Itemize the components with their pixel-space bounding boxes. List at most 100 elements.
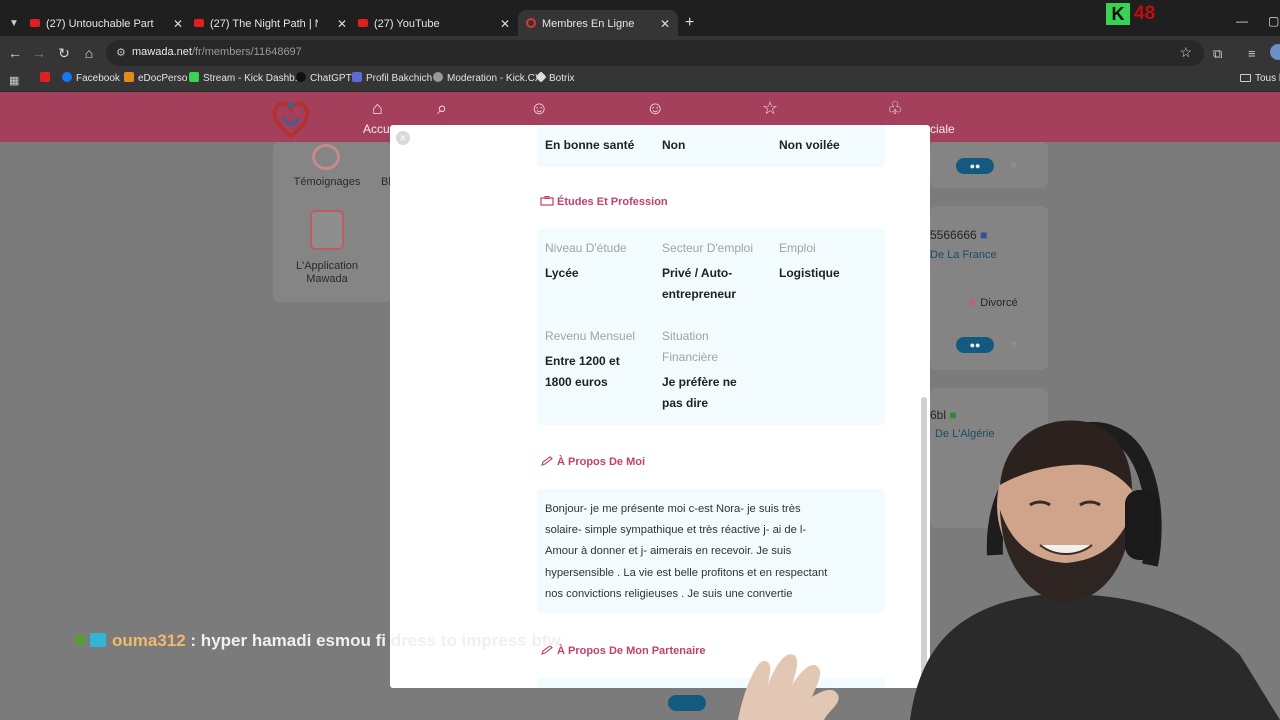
income-value-line2: 1800 euros <box>545 375 608 389</box>
bookmark-star-icon[interactable]: ☆ <box>1179 44 1192 61</box>
france-flag-icon: ■ <box>980 228 988 242</box>
profile-avatar[interactable] <box>1270 44 1280 60</box>
new-tab-plus-icon[interactable]: + <box>685 14 694 32</box>
job-value: Logistique <box>779 266 840 280</box>
phone-app-icon <box>310 210 344 250</box>
search-icon[interactable]: ⌕ <box>437 98 447 119</box>
chat-button[interactable] <box>668 695 706 711</box>
health-value: En bonne santé <box>545 138 635 152</box>
education-level-label: Niveau D'étude <box>545 241 627 255</box>
tab-youtube[interactable]: (27) YouTube ✕ <box>358 12 512 36</box>
maximize-icon[interactable]: ▢ <box>1268 14 1279 28</box>
favorites-star-icon[interactable]: ☆ <box>762 98 778 119</box>
streamer-hand <box>738 654 839 720</box>
close-icon[interactable]: ✕ <box>396 131 410 145</box>
heart-icon[interactable]: ♥ <box>1010 337 1017 351</box>
sector-label: Secteur D'emploi <box>662 241 753 255</box>
bookmarks-bar: ▦ Facebook eDocPerso Stream - Kick Dashb… <box>0 70 1280 92</box>
about-line: solaire- simple sympathique et très réac… <box>545 524 807 537</box>
folder-icon <box>1240 74 1251 83</box>
youtube-icon <box>30 19 40 28</box>
children-value: Non <box>662 138 686 152</box>
apps-grid-icon[interactable]: ▦ <box>9 74 19 87</box>
url-input[interactable]: ⚙ mawada.net/fr/members/11648697 ☆ <box>106 40 1204 66</box>
bookmark-moderation[interactable]: Moderation - Kick.CX <box>433 72 541 84</box>
mawada-icon <box>526 18 536 29</box>
chat-button[interactable]: ●● <box>956 158 994 174</box>
testimonials-link[interactable]: Témoignages <box>290 176 364 188</box>
streamer-webcam <box>910 420 1280 720</box>
extensions-puzzle-icon[interactable]: ⧉ <box>1213 46 1222 62</box>
ring-icon <box>312 144 340 170</box>
close-tab-icon[interactable]: ✕ <box>335 12 349 36</box>
reload-icon[interactable]: ↻ <box>56 45 72 62</box>
about-line: Bonjour- je me présente moi c-est Nora- … <box>545 503 801 515</box>
tab-search-chevron-icon[interactable]: ▼ <box>6 16 22 32</box>
member-country: De La France <box>930 249 997 261</box>
sector-value-line2: entrepreneur <box>662 287 737 301</box>
bookmark-youtube[interactable] <box>40 72 54 84</box>
home-icon[interactable]: ⌂ <box>372 98 383 119</box>
forward-arrow-icon[interactable]: → <box>31 45 47 61</box>
url-text: mawada.net/fr/members/11648697 <box>132 46 302 58</box>
bookmark-facebook[interactable]: Facebook <box>62 72 120 84</box>
home-icon[interactable]: ⌂ <box>81 45 97 61</box>
bookmark-chatgpt[interactable]: ChatGPT <box>296 72 352 84</box>
youtube-icon <box>40 72 50 83</box>
finance-value-line1: Je préfère ne <box>662 375 737 389</box>
app-label-line2[interactable]: Mawada <box>285 273 369 285</box>
education-section-title: Études Et Profession <box>540 196 668 208</box>
nav-accueil-label[interactable]: Accu <box>363 122 390 136</box>
about-partner-section-title: À Propos De Mon Partenaire <box>540 645 706 657</box>
about-line: hypersensible . La vie est belle profito… <box>545 566 828 579</box>
broken-heart-icon: ❦ <box>968 297 978 309</box>
bakchich-icon <box>352 72 362 83</box>
app-label-line1[interactable]: L'Application <box>285 260 369 272</box>
tab-night-path[interactable]: (27) The Night Path | Night Walk ✕ <box>194 12 349 36</box>
minimize-icon[interactable]: — <box>1236 14 1248 28</box>
member-id[interactable]: 5566666 ■ <box>930 228 987 242</box>
profile-icon[interactable]: ☺ <box>646 98 664 119</box>
address-bar: ← → ↻ ⌂ ⚙ mawada.net/fr/members/11648697… <box>0 36 1280 70</box>
chat-button[interactable]: ●● <box>956 337 994 353</box>
job-label: Emploi <box>779 241 816 255</box>
site-info-icon[interactable]: ⚙ <box>116 46 126 59</box>
moderation-icon <box>433 72 443 83</box>
kick-logo-icon: K <box>1106 3 1130 25</box>
facebook-icon <box>62 72 72 83</box>
mawada-logo-icon[interactable] <box>270 96 312 140</box>
bookmark-edocperso[interactable]: eDocPerso <box>124 72 187 84</box>
pen-icon <box>541 456 553 466</box>
veil-value: Non voilée <box>779 138 840 152</box>
finance-label-line1: Situation <box>662 329 709 343</box>
bookmark-profil-bakchich[interactable]: Profil Bakchich <box>352 72 432 84</box>
bookmarks-folder[interactable]: Tous les <box>1240 73 1280 84</box>
about-me-section-title: À Propos De Moi <box>540 456 645 468</box>
youtube-icon <box>358 19 368 28</box>
bookmark-botrix[interactable]: Botrix <box>535 71 575 84</box>
back-arrow-icon[interactable]: ← <box>7 45 23 61</box>
bookmark-kick-dashboard[interactable]: Stream - Kick Dashb... <box>189 72 303 84</box>
nav-sociale-label[interactable]: ciale <box>930 122 955 136</box>
reading-list-icon[interactable]: ≡ <box>1248 46 1256 61</box>
chat-message-text: : hyper hamadi esmou fi dress to impress… <box>185 631 561 650</box>
subscriber-badge-icon <box>90 632 106 647</box>
online-members-icon[interactable]: ☺ <box>530 98 548 119</box>
tab-untouchable[interactable]: (27) Untouchable Part 2 - YouTube ✕ <box>30 12 185 36</box>
youtube-icon <box>194 19 204 28</box>
close-tab-icon[interactable]: ✕ <box>658 10 672 38</box>
about-line: Amour à donner et j- aimerais en recevoi… <box>545 545 792 558</box>
social-icon[interactable]: ♧ <box>887 98 903 119</box>
chatgpt-icon <box>296 72 306 83</box>
briefcase-icon <box>540 196 554 206</box>
close-tab-icon[interactable]: ✕ <box>171 12 185 36</box>
about-me-text: Bonjour- je me présente moi c-est Nora- … <box>545 499 875 605</box>
close-tab-icon[interactable]: ✕ <box>498 12 512 36</box>
member-profile-modal: ✕ ▔▔▔▔▔ En bonne santé Non Non voilée Ét… <box>390 125 930 688</box>
botrix-icon <box>535 71 547 84</box>
stream-chat-message: ouma312 : hyper hamadi esmou fi dress to… <box>74 631 561 653</box>
member-status: ❦ Divorcé <box>968 297 1018 309</box>
heart-icon[interactable]: ♥ <box>1010 158 1017 172</box>
about-line: nos convictions religieuses . Je suis un… <box>545 587 793 600</box>
sector-value-line1: Privé / Auto- <box>662 266 733 280</box>
